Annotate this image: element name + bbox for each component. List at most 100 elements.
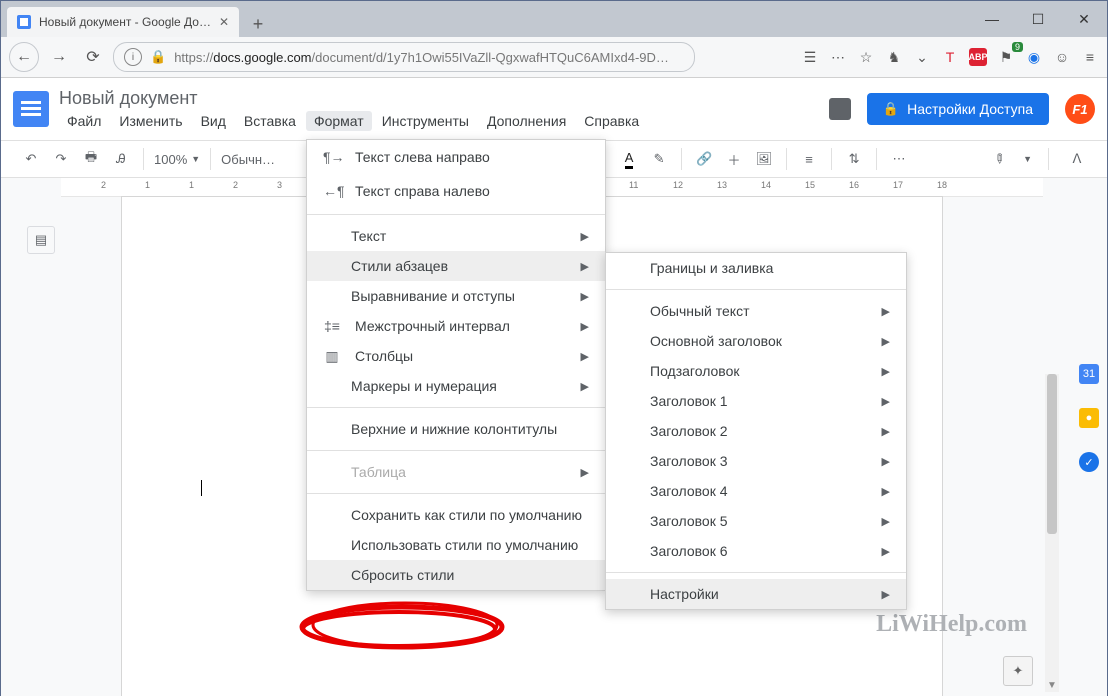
account-icon[interactable]: ☺ bbox=[1053, 48, 1071, 66]
share-button[interactable]: 🔒 Настройки Доступа bbox=[867, 93, 1049, 125]
menu-save-default-styles[interactable]: Сохранить как стили по умолчанию bbox=[307, 500, 605, 530]
menu-columns[interactable]: ▥Столбцы▶ bbox=[307, 341, 605, 371]
zoom-select[interactable]: 100%▼ bbox=[154, 152, 200, 167]
menu-file[interactable]: Файл bbox=[59, 111, 109, 131]
menu-style-subtitle[interactable]: Подзаголовок▶ bbox=[606, 356, 906, 386]
ruler-tick: 1 bbox=[189, 180, 194, 190]
site-info-icon[interactable]: i bbox=[124, 48, 142, 66]
menu-edit[interactable]: Изменить bbox=[111, 111, 190, 131]
close-window-button[interactable]: ✕ bbox=[1061, 1, 1107, 37]
comments-icon[interactable] bbox=[829, 98, 851, 120]
outline-toggle-button[interactable]: ▤ bbox=[27, 226, 55, 254]
menu-style-h1[interactable]: Заголовок 1▶ bbox=[606, 386, 906, 416]
text-cursor bbox=[201, 480, 202, 496]
doc-title[interactable]: Новый документ bbox=[59, 88, 647, 109]
insert-image-button[interactable]: 🖼 bbox=[752, 147, 776, 171]
explore-button[interactable]: ✦ bbox=[1003, 656, 1033, 686]
tab-close-icon[interactable]: ✕ bbox=[219, 15, 229, 29]
menu-style-h5[interactable]: Заголовок 5▶ bbox=[606, 506, 906, 536]
nav-forward-button[interactable]: → bbox=[45, 43, 73, 71]
scroll-down-arrow[interactable]: ▼ bbox=[1045, 678, 1059, 692]
library-icon[interactable]: ♞ bbox=[885, 48, 903, 66]
menu-style-h3[interactable]: Заголовок 3▶ bbox=[606, 446, 906, 476]
menu-align-indent[interactable]: Выравнивание и отступы▶ bbox=[307, 281, 605, 311]
nav-reload-button[interactable]: ⟳ bbox=[79, 43, 107, 71]
text-color-button[interactable]: A bbox=[617, 147, 641, 171]
vertical-scrollbar[interactable]: ▼ bbox=[1045, 374, 1059, 692]
menu-insert[interactable]: Вставка bbox=[236, 111, 304, 131]
menu-help[interactable]: Справка bbox=[576, 111, 647, 131]
maximize-button[interactable]: ☐ bbox=[1015, 1, 1061, 37]
lock-icon: 🔒 bbox=[150, 49, 166, 65]
paragraph-styles-dropdown: Границы и заливка Обычный текст▶ Основно… bbox=[605, 252, 907, 610]
ext-flag-icon[interactable]: ⚑ bbox=[997, 48, 1015, 66]
menu-style-settings[interactable]: Настройки▶ bbox=[606, 579, 906, 609]
ruler-tick: 15 bbox=[805, 180, 815, 190]
tasks-icon[interactable]: ✓ bbox=[1079, 452, 1099, 472]
new-tab-button[interactable]: + bbox=[245, 11, 271, 37]
editing-mode-button[interactable]: ✎ bbox=[982, 142, 1016, 176]
keep-icon[interactable]: ● bbox=[1079, 408, 1099, 428]
docs-menubar: Файл Изменить Вид Вставка Формат Инструм… bbox=[59, 111, 647, 131]
menu-reset-styles[interactable]: Сбросить стили bbox=[307, 560, 605, 590]
menu-paragraph-styles[interactable]: Стили абзацев▶ bbox=[307, 251, 605, 281]
browser-window: Новый документ - Google До… ✕ + — ☐ ✕ ← … bbox=[0, 0, 1108, 696]
docs-logo-icon[interactable] bbox=[13, 91, 49, 127]
pocket-icon[interactable]: ⌄ bbox=[913, 48, 931, 66]
insert-link-button[interactable]: 🔗 bbox=[692, 147, 716, 171]
docs-title-block: Новый документ Файл Изменить Вид Вставка… bbox=[59, 88, 647, 131]
more-tools-button[interactable]: ⋯ bbox=[887, 147, 911, 171]
submenu-arrow-icon: ▶ bbox=[882, 515, 890, 528]
minimize-button[interactable]: — bbox=[969, 1, 1015, 37]
calendar-icon[interactable]: 31 bbox=[1079, 364, 1099, 384]
scrollbar-thumb[interactable] bbox=[1047, 374, 1057, 534]
menu-style-h2[interactable]: Заголовок 2▶ bbox=[606, 416, 906, 446]
menu-style-title[interactable]: Основной заголовок▶ bbox=[606, 326, 906, 356]
redo-button[interactable]: ↷ bbox=[49, 147, 73, 171]
insert-comment-button[interactable]: ＋ bbox=[722, 147, 746, 171]
menu-text[interactable]: Текст▶ bbox=[307, 221, 605, 251]
print-button[interactable]: 🖶 bbox=[79, 147, 103, 171]
menu-tools[interactable]: Инструменты bbox=[374, 111, 477, 131]
menu-style-h6[interactable]: Заголовок 6▶ bbox=[606, 536, 906, 566]
menu-format[interactable]: Формат bbox=[306, 111, 372, 131]
undo-button[interactable]: ↶ bbox=[19, 147, 43, 171]
menu-style-normal[interactable]: Обычный текст▶ bbox=[606, 296, 906, 326]
paragraph-style-select[interactable]: Обычн… bbox=[221, 152, 275, 167]
submenu-arrow-icon: ▶ bbox=[581, 466, 589, 479]
submenu-arrow-icon: ▶ bbox=[882, 335, 890, 348]
submenu-arrow-icon: ▶ bbox=[581, 350, 589, 363]
nav-back-button[interactable]: ← bbox=[9, 42, 39, 72]
address-bar[interactable]: i 🔒 https://docs.google.com/document/d/1… bbox=[113, 42, 695, 72]
ltr-icon: ¶→ bbox=[323, 149, 341, 165]
ext-camera-icon[interactable]: ◉ bbox=[1025, 48, 1043, 66]
menu-line-spacing[interactable]: ‡≡Межстрочный интервал▶ bbox=[307, 311, 605, 341]
menu-use-default-styles[interactable]: Использовать стили по умолчанию bbox=[307, 530, 605, 560]
menu-borders-shading[interactable]: Границы и заливка bbox=[606, 253, 906, 283]
menu-text-ltr[interactable]: ¶→Текст слева направо bbox=[307, 140, 605, 174]
menu-view[interactable]: Вид bbox=[193, 111, 234, 131]
hide-menus-button[interactable]: ᐱ bbox=[1065, 147, 1089, 171]
menu-text-rtl[interactable]: ←¶Текст справа налево bbox=[307, 174, 605, 208]
ruler-tick: 17 bbox=[893, 180, 903, 190]
highlight-button[interactable]: ✎ bbox=[647, 147, 671, 171]
browser-menu-icon[interactable]: ≡ bbox=[1081, 48, 1099, 66]
menu-style-h4[interactable]: Заголовок 4▶ bbox=[606, 476, 906, 506]
avatar[interactable]: F1 bbox=[1065, 94, 1095, 124]
menu-headers-footers[interactable]: Верхние и нижние колонтитулы bbox=[307, 414, 605, 444]
more-icon[interactable]: ⋯ bbox=[829, 48, 847, 66]
browser-tab[interactable]: Новый документ - Google До… ✕ bbox=[7, 7, 239, 37]
line-spacing-button[interactable]: ⇅ bbox=[842, 147, 866, 171]
align-button[interactable]: ≡ bbox=[797, 147, 821, 171]
tab-title: Новый документ - Google До… bbox=[39, 15, 211, 29]
menu-bullets-numbering[interactable]: Маркеры и нумерация▶ bbox=[307, 371, 605, 401]
paint-format-button[interactable]: Ꭿ bbox=[109, 147, 133, 171]
ruler-tick: 18 bbox=[937, 180, 947, 190]
ruler-tick: 11 bbox=[629, 180, 638, 190]
bookmark-star-icon[interactable]: ☆ bbox=[857, 48, 875, 66]
url-text: https://docs.google.com/document/d/1y7h1… bbox=[174, 50, 669, 65]
ext-abp-icon[interactable]: ABP bbox=[969, 48, 987, 66]
ext-t-icon[interactable]: T bbox=[941, 48, 959, 66]
reader-mode-icon[interactable]: ☰ bbox=[801, 48, 819, 66]
menu-addons[interactable]: Дополнения bbox=[479, 111, 574, 131]
